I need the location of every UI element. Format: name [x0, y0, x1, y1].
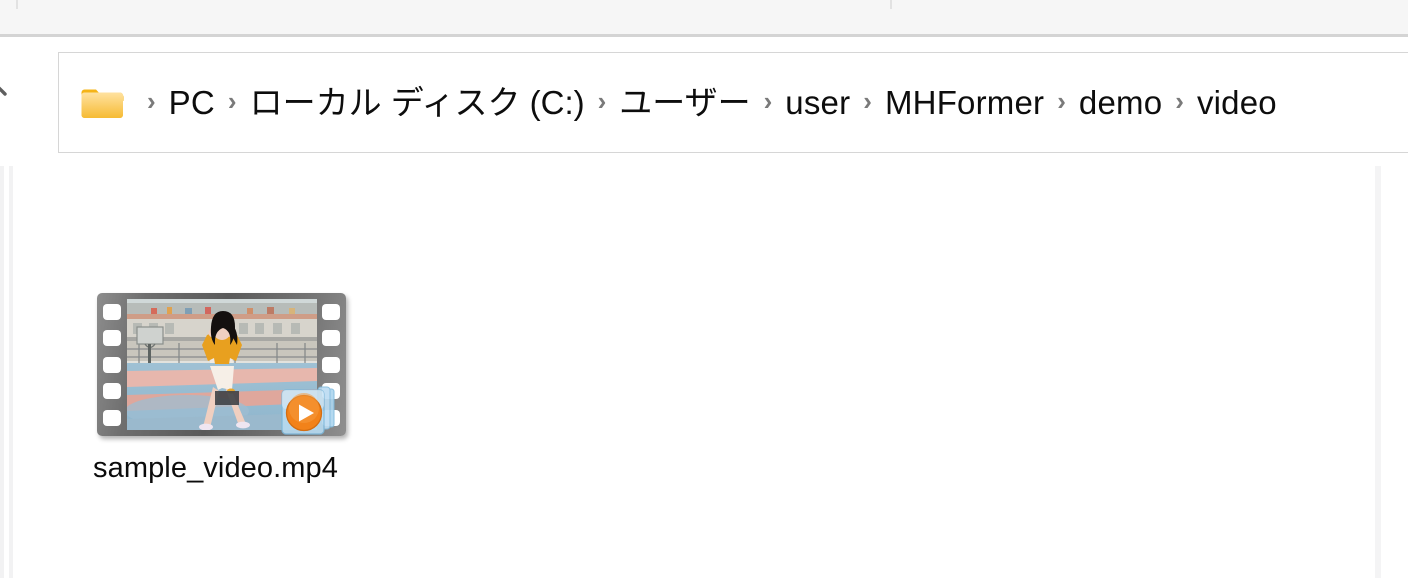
breadcrumb-separator: › [1057, 85, 1066, 116]
breadcrumb-separator: › [1175, 85, 1184, 116]
breadcrumb-item-mhformer[interactable]: MHFormer [885, 86, 1044, 119]
breadcrumb-item-users[interactable]: ユーザー [619, 86, 750, 119]
list-item-label: sample_video.mp4 [92, 452, 338, 484]
breadcrumb-separator: › [763, 85, 773, 116]
video-file-thumbnail-icon [91, 283, 346, 436]
breadcrumb-separator: › [147, 85, 156, 116]
media-player-play-icon [281, 383, 342, 439]
list-item[interactable]: sample_video.mp4 [62, 283, 369, 490]
breadcrumb-item-user[interactable]: user [785, 86, 850, 119]
toolbar-separator-right [890, 0, 892, 9]
breadcrumb-item-pc[interactable]: PC [169, 86, 215, 119]
toolbar-strip [0, 0, 1408, 37]
folder-icon[interactable] [80, 85, 124, 121]
toolbar-separator-left [16, 0, 18, 9]
breadcrumb-separator: › [227, 85, 237, 116]
breadcrumb-item-video[interactable]: video [1197, 86, 1277, 119]
navigation-pane-edge [0, 166, 4, 578]
chevron-right-icon[interactable] [0, 78, 14, 104]
breadcrumb-item-local-disk[interactable]: ローカル ディスク (C:) [250, 86, 585, 119]
breadcrumb-item-demo[interactable]: demo [1079, 86, 1162, 119]
address-bar[interactable]: › PC › ローカル ディスク (C:) › ユーザー › user › MH… [58, 52, 1408, 153]
film-sprockets-left [97, 293, 127, 436]
breadcrumb-separator: › [863, 85, 872, 116]
breadcrumb-separator: › [597, 85, 607, 116]
vertical-scrollbar[interactable] [1375, 166, 1381, 578]
file-explorer-window: › PC › ローカル ディスク (C:) › ユーザー › user › MH… [0, 0, 1408, 578]
